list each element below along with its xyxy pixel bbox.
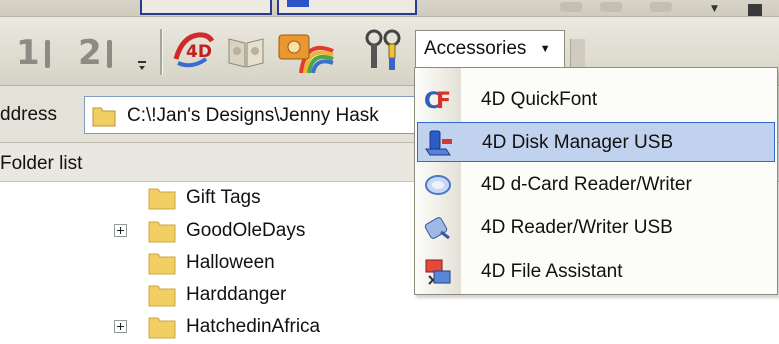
one-button-bar bbox=[45, 40, 50, 68]
folder-name: Gift Tags bbox=[186, 187, 261, 208]
tree-row[interactable]: HatchedinAfrica bbox=[0, 311, 420, 343]
scroll-button[interactable] bbox=[748, 4, 762, 16]
menu-item-quickfont[interactable]: C F 4D QuickFont bbox=[417, 80, 775, 120]
menu-item-reader-writer[interactable]: 4D Reader/Writer USB bbox=[417, 208, 775, 248]
toolbar-separator bbox=[160, 29, 163, 75]
file-assistant-icon bbox=[423, 258, 453, 286]
folder-icon bbox=[147, 185, 177, 215]
top-toolbar-strip: ▼ bbox=[0, 0, 779, 17]
faded-icon bbox=[560, 2, 582, 12]
book-icon[interactable] bbox=[226, 31, 266, 75]
top-tab-marker bbox=[287, 0, 309, 7]
folder-icon bbox=[147, 218, 177, 248]
folder-name: GoodOleDays bbox=[186, 220, 306, 241]
chevron-down-icon[interactable]: ▼ bbox=[711, 4, 718, 14]
folder-icon bbox=[147, 250, 177, 280]
menu-item-label: 4D QuickFont bbox=[481, 89, 598, 110]
tree-row[interactable]: Halloween bbox=[0, 247, 420, 279]
faded-icon bbox=[600, 2, 622, 12]
faded-icon bbox=[650, 2, 672, 12]
quickfont-icon: C F bbox=[423, 86, 453, 114]
accessories-dropdown-button[interactable]: Accessories ▼ bbox=[415, 30, 565, 68]
4d-logo-icon[interactable]: 4D bbox=[172, 29, 218, 71]
folder-name: HatchedinAfrica bbox=[186, 316, 321, 337]
folder-list-label: Folder list bbox=[0, 153, 83, 174]
expand-icon[interactable] bbox=[114, 224, 127, 237]
one-button[interactable]: 1 bbox=[16, 34, 50, 72]
svg-text:4D: 4D bbox=[186, 42, 212, 62]
tree-row[interactable]: Harddanger bbox=[0, 279, 420, 311]
two-button[interactable]: 2 bbox=[78, 34, 112, 72]
one-button-label: 1 bbox=[16, 33, 40, 73]
folder-name: Harddanger bbox=[186, 284, 287, 305]
menu-item-label: 4D d-Card Reader/Writer bbox=[481, 174, 692, 195]
top-tab-1[interactable] bbox=[140, 0, 272, 15]
menu-item-card-reader[interactable]: 4D d-Card Reader/Writer bbox=[417, 165, 775, 205]
folder-icon bbox=[91, 104, 117, 132]
folder-icon bbox=[147, 314, 177, 344]
svg-text:F: F bbox=[436, 89, 451, 114]
address-label: ddress bbox=[0, 104, 58, 125]
accessories-label: Accessories bbox=[424, 38, 527, 59]
menu-item-label: 4D Reader/Writer USB bbox=[481, 217, 673, 238]
caret-down-icon: ▼ bbox=[539, 43, 551, 55]
card-reader-icon bbox=[423, 171, 453, 199]
menu-item-disk-manager[interactable]: 4D Disk Manager USB bbox=[417, 122, 775, 162]
reader-writer-icon bbox=[423, 214, 453, 242]
top-tab-2[interactable] bbox=[277, 0, 417, 15]
tree-row[interactable]: GoodOleDays bbox=[0, 215, 420, 247]
folder-icon bbox=[147, 282, 177, 312]
tools-icon[interactable] bbox=[362, 28, 408, 76]
two-button-bar bbox=[107, 40, 112, 68]
toolbar-overflow-grip[interactable] bbox=[137, 61, 147, 73]
accessories-menu: C F 4D QuickFont 4D Disk Manager USB 4D … bbox=[414, 67, 778, 295]
tree-row[interactable]: Gift Tags bbox=[0, 182, 420, 214]
menu-item-file-assistant[interactable]: 4D File Assistant bbox=[417, 252, 775, 292]
expand-icon[interactable] bbox=[114, 320, 127, 333]
disk-manager-icon bbox=[424, 129, 454, 157]
menu-item-label: 4D File Assistant bbox=[481, 261, 623, 282]
address-path: C:\!Jan's Designs\Jenny Hask bbox=[127, 105, 379, 126]
two-button-label: 2 bbox=[78, 33, 102, 73]
menu-item-label: 4D Disk Manager USB bbox=[482, 132, 674, 153]
folder-name: Halloween bbox=[186, 252, 275, 273]
photo-rainbow-icon[interactable] bbox=[275, 29, 335, 77]
address-input[interactable]: C:\!Jan's Designs\Jenny Hask bbox=[84, 96, 419, 134]
